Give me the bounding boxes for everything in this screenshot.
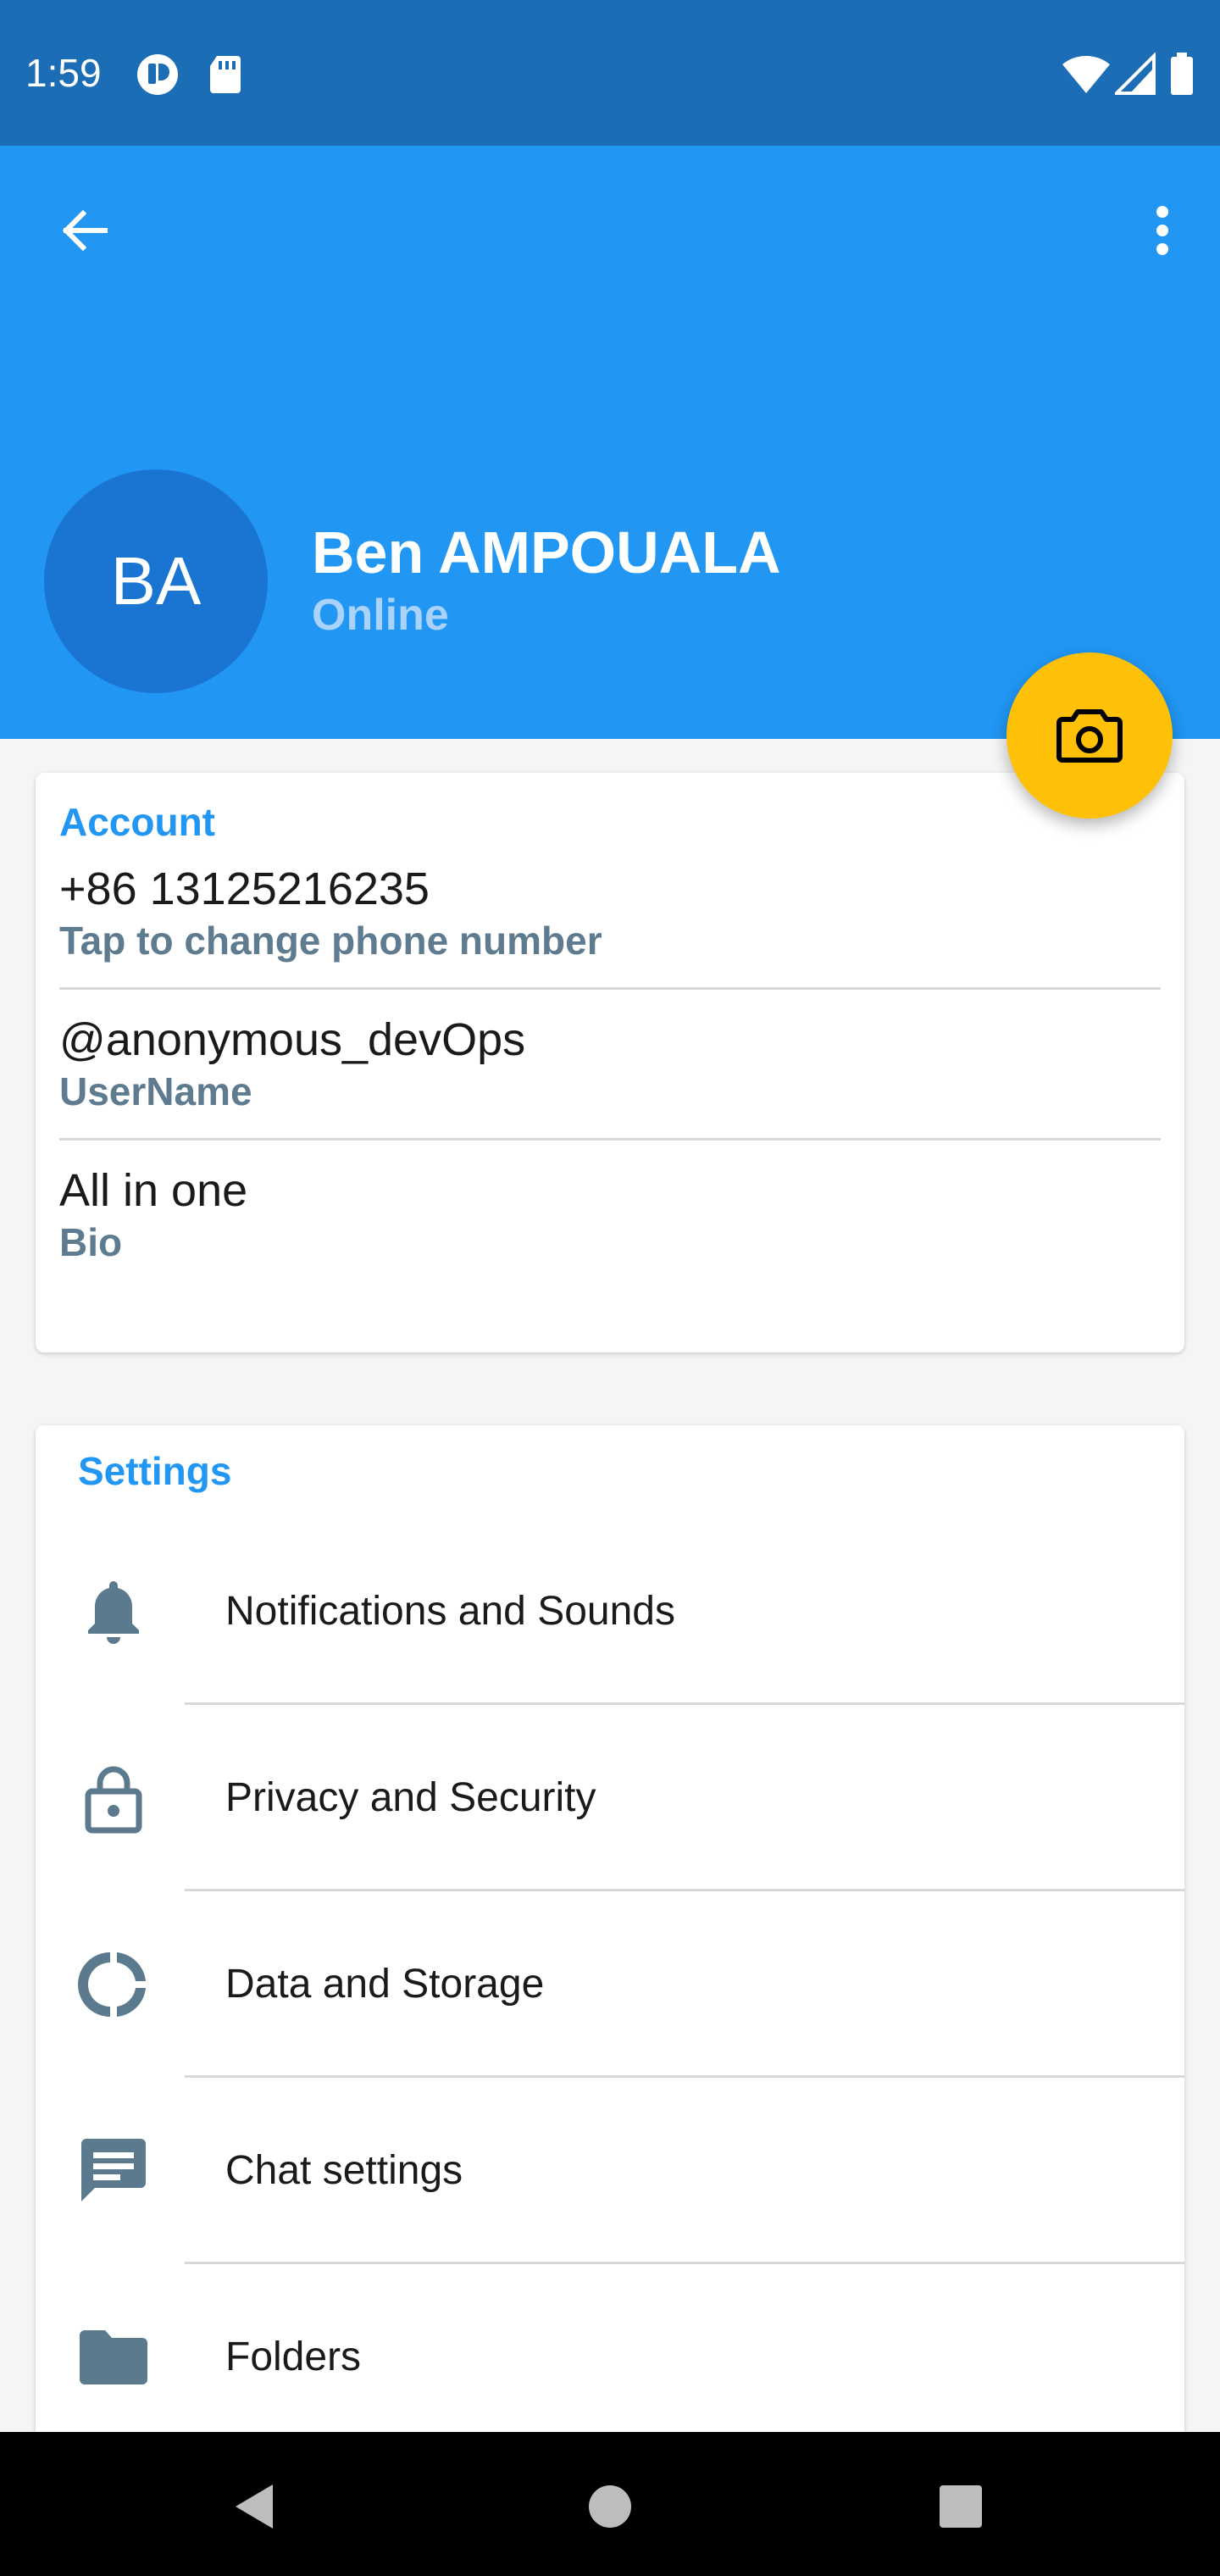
settings-section-title: Settings [78,1449,232,1493]
bio-value: All in one [59,1165,248,1216]
more-vertical-icon [1156,206,1168,255]
avatar[interactable]: BA [44,469,268,693]
status-bar: 1:59 [0,0,1220,146]
phone-number-label: Tap to change phone number [59,919,602,963]
bell-icon [73,1571,154,1652]
profile-header: BA Ben AMPOUALA Online [0,146,1220,739]
settings-item-privacy[interactable]: Privacy and Security [36,1705,1184,1891]
bio-label: Bio [59,1220,123,1264]
nav-back-button[interactable] [214,2466,295,2547]
app-notification-icon [136,53,180,97]
settings-card: Settings Notifications and Sounds Privac… [36,1425,1184,2451]
settings-item-label: Privacy and Security [225,1775,596,1820]
cell-signal-icon [1112,52,1159,97]
settings-item-label: Chat settings [225,2148,463,2193]
back-button[interactable] [44,190,125,271]
folder-icon [73,2317,154,2398]
square-recents-icon [940,2485,982,2528]
nav-home-button[interactable] [569,2466,651,2547]
settings-item-label: Folders [225,2334,362,2379]
username-row[interactable]: @anonymous_devOps UserName [59,990,1161,1141]
lock-icon [73,1757,154,1839]
system-navigation-bar [0,2432,1220,2576]
username-label: UserName [59,1069,252,1113]
more-options-button[interactable] [1128,190,1196,271]
bio-row[interactable]: All in one Bio [59,1141,1161,1291]
settings-item-notifications[interactable]: Notifications and Sounds [36,1518,1184,1705]
phone-number-row[interactable]: +86 13125216235 Tap to change phone numb… [59,839,1161,990]
wifi-icon [1061,53,1112,97]
profile-status: Online [312,591,449,640]
status-time: 1:59 [25,51,102,95]
settings-item-chat[interactable]: Chat settings [36,2078,1184,2264]
username-value: @anonymous_devOps [59,1014,526,1065]
pie-chart-icon [73,1944,154,2025]
settings-item-data-storage[interactable]: Data and Storage [36,1891,1184,2078]
settings-item-folders[interactable]: Folders [36,2264,1184,2451]
phone-number-value: +86 13125216235 [59,863,430,914]
settings-item-label: Data and Storage [225,1962,545,2007]
settings-item-label: Notifications and Sounds [225,1589,675,1634]
profile-name: Ben AMPOUALA [312,519,781,586]
triangle-back-icon [236,2484,273,2529]
chat-icon [73,2130,154,2212]
circle-home-icon [589,2485,631,2528]
account-card: Account +86 13125216235 Tap to change ph… [36,773,1184,1352]
nav-recents-button[interactable] [920,2466,1001,2547]
battery-icon [1169,53,1198,97]
camera-icon [1056,709,1123,763]
camera-button[interactable] [1006,652,1173,819]
arrow-left-icon [62,209,108,252]
sd-card-icon [207,53,251,97]
